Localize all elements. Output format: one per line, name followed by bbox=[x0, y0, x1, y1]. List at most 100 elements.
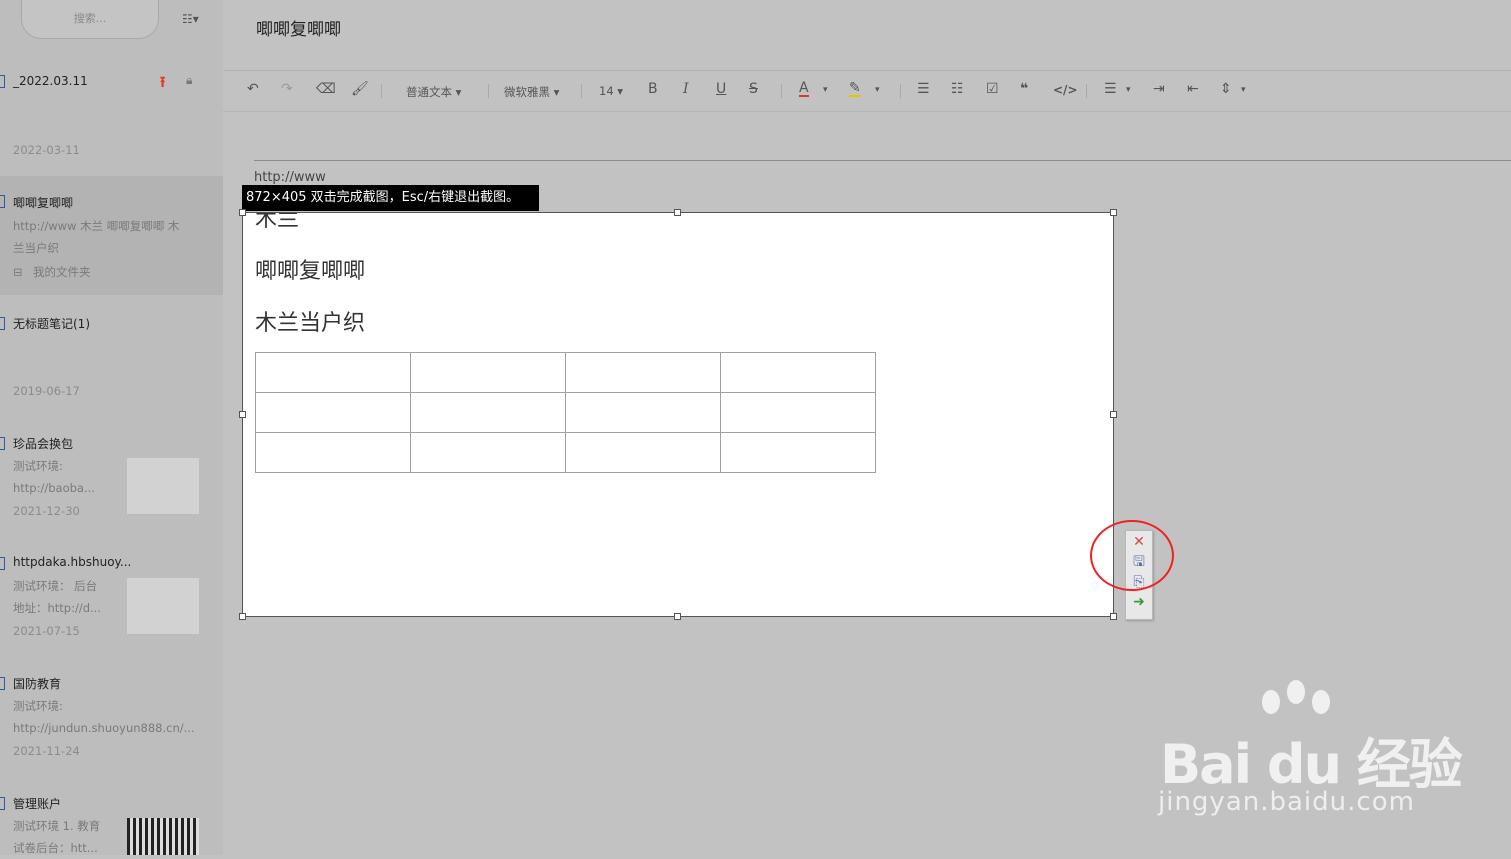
list-item[interactable]: 珍品会换包 测试环境: http://baoba... 2021-12-30 bbox=[0, 430, 223, 530]
chevron-down-icon[interactable]: ▾ bbox=[823, 85, 828, 95]
resize-handle[interactable] bbox=[239, 209, 246, 216]
note-marker-icon bbox=[0, 797, 5, 810]
list-item[interactable]: httpdaka.hbshuoy... 测试环境： 后台 地址：http://d… bbox=[0, 550, 223, 650]
note-marker-icon bbox=[0, 195, 5, 208]
editor-table bbox=[255, 352, 876, 473]
table-cell[interactable] bbox=[410, 432, 566, 473]
list-item[interactable]: 管理账户 测试环境 1. 教育 试卷后台：htt... bbox=[0, 790, 223, 855]
note-snippet: 测试环境 1. 教育 bbox=[13, 819, 101, 833]
chevron-down-icon[interactable]: ▾ bbox=[1241, 85, 1246, 95]
page-title[interactable]: 唧唧复唧唧 bbox=[256, 15, 341, 40]
table-cell[interactable] bbox=[255, 392, 411, 433]
undo-icon[interactable]: ↶ bbox=[247, 81, 259, 97]
highlight-icon[interactable]: ✎ bbox=[849, 81, 861, 97]
table-row bbox=[255, 352, 876, 393]
note-title: 无标题笔记(1) bbox=[13, 317, 90, 331]
send-icon[interactable]: ➜ bbox=[1131, 594, 1147, 610]
table-cell[interactable] bbox=[720, 432, 876, 473]
align-icon[interactable]: ☰ bbox=[1104, 81, 1117, 97]
note-thumbnail bbox=[127, 578, 199, 634]
code-icon[interactable]: </> bbox=[1053, 83, 1078, 97]
underline-button[interactable]: U bbox=[716, 81, 726, 97]
list-item[interactable]: 国防教育 测试环境: http://jundun.shuoyun888.cn/.… bbox=[0, 670, 223, 770]
chevron-down-icon[interactable]: ▾ bbox=[1126, 85, 1131, 95]
note-marker-icon bbox=[0, 317, 5, 330]
font-size-select[interactable]: 14 ▾ bbox=[599, 84, 623, 98]
list-sort-icon[interactable]: ☷▾ bbox=[182, 12, 199, 26]
screenshot-size-tip: 872×405 双击完成截图，Esc/右键退出截图。 bbox=[242, 185, 539, 211]
bullet-list-icon[interactable]: ☰ bbox=[917, 81, 930, 97]
note-marker-icon bbox=[0, 75, 5, 88]
lock-icon[interactable]: 🔒︎ bbox=[186, 73, 192, 88]
redo-icon[interactable]: ↷ bbox=[281, 81, 293, 97]
note-header: 唧唧复唧唧 bbox=[223, 0, 1511, 70]
table-cell[interactable] bbox=[720, 392, 876, 433]
table-cell[interactable] bbox=[255, 352, 411, 393]
qr-code-thumbnail bbox=[127, 818, 199, 855]
editor-text-line: 木兰当户织 bbox=[255, 311, 366, 336]
folder-icon: ⊟ bbox=[13, 265, 23, 279]
resize-handle[interactable] bbox=[239, 411, 246, 418]
editor-text-line: 木兰 bbox=[255, 212, 300, 232]
search-input[interactable]: 搜索... bbox=[21, 0, 159, 39]
quote-icon[interactable]: ❝ bbox=[1020, 81, 1028, 97]
note-title: 珍品会换包 bbox=[13, 437, 74, 451]
table-cell[interactable] bbox=[410, 352, 566, 393]
outdent-icon[interactable]: ⇤ bbox=[1187, 81, 1199, 97]
table-cell[interactable] bbox=[565, 432, 721, 473]
eraser-icon[interactable]: ⌫ bbox=[316, 81, 336, 97]
note-title: 国防教育 bbox=[13, 677, 62, 691]
strikethrough-button[interactable]: S bbox=[749, 81, 758, 97]
toolbar-divider bbox=[900, 84, 901, 98]
note-date: 2021-12-30 bbox=[13, 504, 80, 518]
table-cell[interactable] bbox=[410, 392, 566, 433]
note-date: 2022-03-11 bbox=[13, 143, 80, 157]
list-item[interactable]: _2022.03.11 ⭱ 🔒︎ 2022-03-11 bbox=[0, 70, 223, 170]
paw-icon bbox=[1287, 680, 1305, 704]
pin-icon[interactable]: ⭱ bbox=[160, 72, 165, 97]
note-date: 2021-07-15 bbox=[13, 624, 80, 638]
paw-icon bbox=[1312, 690, 1330, 714]
note-marker-icon bbox=[0, 677, 5, 690]
numbered-list-icon[interactable]: ☷ bbox=[951, 81, 964, 97]
table-cell[interactable] bbox=[565, 352, 721, 393]
font-color-icon[interactable]: A bbox=[799, 81, 809, 97]
list-item[interactable]: 无标题笔记(1) 2019-06-17 bbox=[0, 310, 223, 410]
italic-button[interactable]: I bbox=[683, 81, 689, 97]
note-snippet: 测试环境: bbox=[13, 459, 63, 473]
note-snippet: 测试环境： 后台 bbox=[13, 579, 98, 593]
note-marker-icon bbox=[0, 437, 5, 450]
font-family-select[interactable]: 微软雅黑 ▾ bbox=[504, 84, 559, 100]
checklist-icon[interactable]: ☑ bbox=[986, 81, 999, 97]
note-folder: 我的文件夹 bbox=[33, 265, 91, 279]
line-height-icon[interactable]: ⇕ bbox=[1220, 81, 1232, 97]
table-cell[interactable] bbox=[720, 352, 876, 393]
note-title: _2022.03.11 bbox=[13, 74, 88, 88]
format-painter-icon[interactable]: 🖌︎ bbox=[351, 81, 369, 97]
resize-handle[interactable] bbox=[1110, 209, 1117, 216]
bold-button[interactable]: B bbox=[648, 81, 658, 97]
note-snippet: 试卷后台：htt... bbox=[13, 841, 98, 855]
resize-handle[interactable] bbox=[1110, 411, 1117, 418]
note-thumbnail bbox=[127, 458, 199, 514]
resize-handle[interactable] bbox=[1110, 613, 1117, 620]
paragraph-style-select[interactable]: 普通文本 ▾ bbox=[406, 84, 461, 100]
table-row bbox=[255, 392, 876, 433]
paw-icon bbox=[1262, 690, 1280, 714]
table-row bbox=[255, 432, 876, 473]
list-item[interactable]: 唧唧复唧唧 http://www 木兰 唧唧复唧唧 木 兰当户织 ⊟ 我的文件夹 bbox=[0, 176, 223, 295]
note-list-sidebar: 搜索... ☷▾ _2022.03.11 ⭱ 🔒︎ 2022-03-11 唧唧复… bbox=[0, 0, 223, 855]
toolbar-divider bbox=[581, 84, 582, 98]
note-date: 2019-06-17 bbox=[13, 384, 80, 398]
watermark-url: jingyan.baidu.com bbox=[1158, 787, 1415, 817]
chevron-down-icon[interactable]: ▾ bbox=[875, 85, 880, 95]
note-title: 管理账户 bbox=[13, 797, 62, 811]
table-cell[interactable] bbox=[255, 432, 411, 473]
screenshot-selection[interactable]: 木兰 唧唧复唧唧 木兰当户织 bbox=[242, 212, 1114, 617]
table-cell[interactable] bbox=[565, 392, 721, 433]
resize-handle[interactable] bbox=[239, 613, 246, 620]
resize-handle[interactable] bbox=[674, 613, 681, 620]
indent-icon[interactable]: ⇥ bbox=[1153, 81, 1165, 97]
editor-toolbar: ↶ ↷ ⌫ 🖌︎ 普通文本 ▾ 微软雅黑 ▾ 14 ▾ B I U S A ▾ … bbox=[223, 70, 1511, 112]
resize-handle[interactable] bbox=[674, 209, 681, 216]
